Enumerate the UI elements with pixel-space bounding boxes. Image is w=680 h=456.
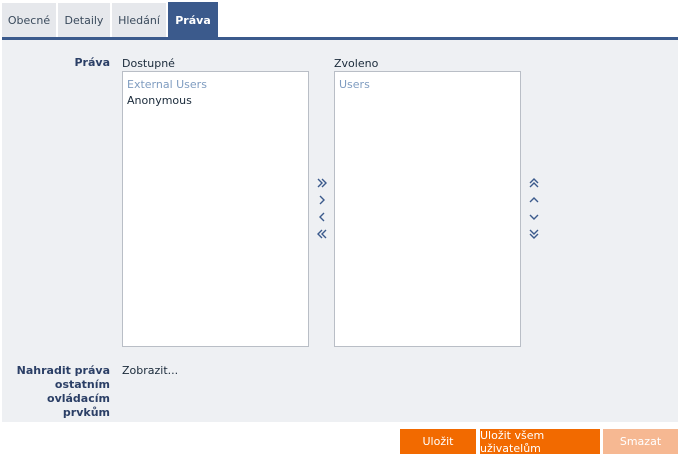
- selected-listbox[interactable]: Users: [334, 71, 521, 347]
- chevron-left-icon[interactable]: [315, 210, 329, 224]
- replace-label-line: prvkům: [62, 406, 110, 419]
- chevron-up-icon[interactable]: [527, 193, 541, 207]
- tab-detaily[interactable]: Detaily: [58, 3, 110, 37]
- selected-label: Zvoleno: [334, 57, 379, 70]
- rights-field-label: Práva: [74, 56, 110, 69]
- tab-obecne[interactable]: Obecné: [2, 3, 56, 37]
- show-link[interactable]: Zobrazit...: [122, 364, 178, 377]
- replace-label-line: ovládacím: [47, 392, 110, 405]
- double-chevron-left-icon[interactable]: [315, 227, 329, 241]
- list-item[interactable]: Anonymous: [123, 93, 308, 109]
- double-chevron-down-icon[interactable]: [527, 227, 541, 241]
- double-chevron-up-icon[interactable]: [527, 176, 541, 190]
- list-item[interactable]: External Users: [123, 77, 308, 93]
- tab-hledani[interactable]: Hledání: [112, 3, 166, 37]
- replace-label-line: ostatním: [54, 378, 110, 391]
- tab-prava[interactable]: Práva: [168, 2, 218, 38]
- save-all-users-button[interactable]: Uložit všem uživatelům: [480, 429, 600, 455]
- chevron-down-icon[interactable]: [527, 210, 541, 224]
- tab-bar: Obecné Detaily Hledání Práva: [0, 0, 680, 40]
- list-item[interactable]: Users: [335, 77, 520, 93]
- double-chevron-right-icon[interactable]: [315, 176, 329, 190]
- available-listbox[interactable]: External Users Anonymous: [122, 71, 309, 347]
- available-label: Dostupné: [122, 57, 175, 70]
- delete-button[interactable]: Smazat: [603, 429, 678, 454]
- chevron-right-icon[interactable]: [315, 193, 329, 207]
- replace-rights-label: Nahradit práva ostatním ovládacím prvkům: [10, 364, 110, 420]
- replace-label-line: Nahradit práva: [16, 364, 110, 377]
- save-button[interactable]: Uložit: [400, 429, 476, 454]
